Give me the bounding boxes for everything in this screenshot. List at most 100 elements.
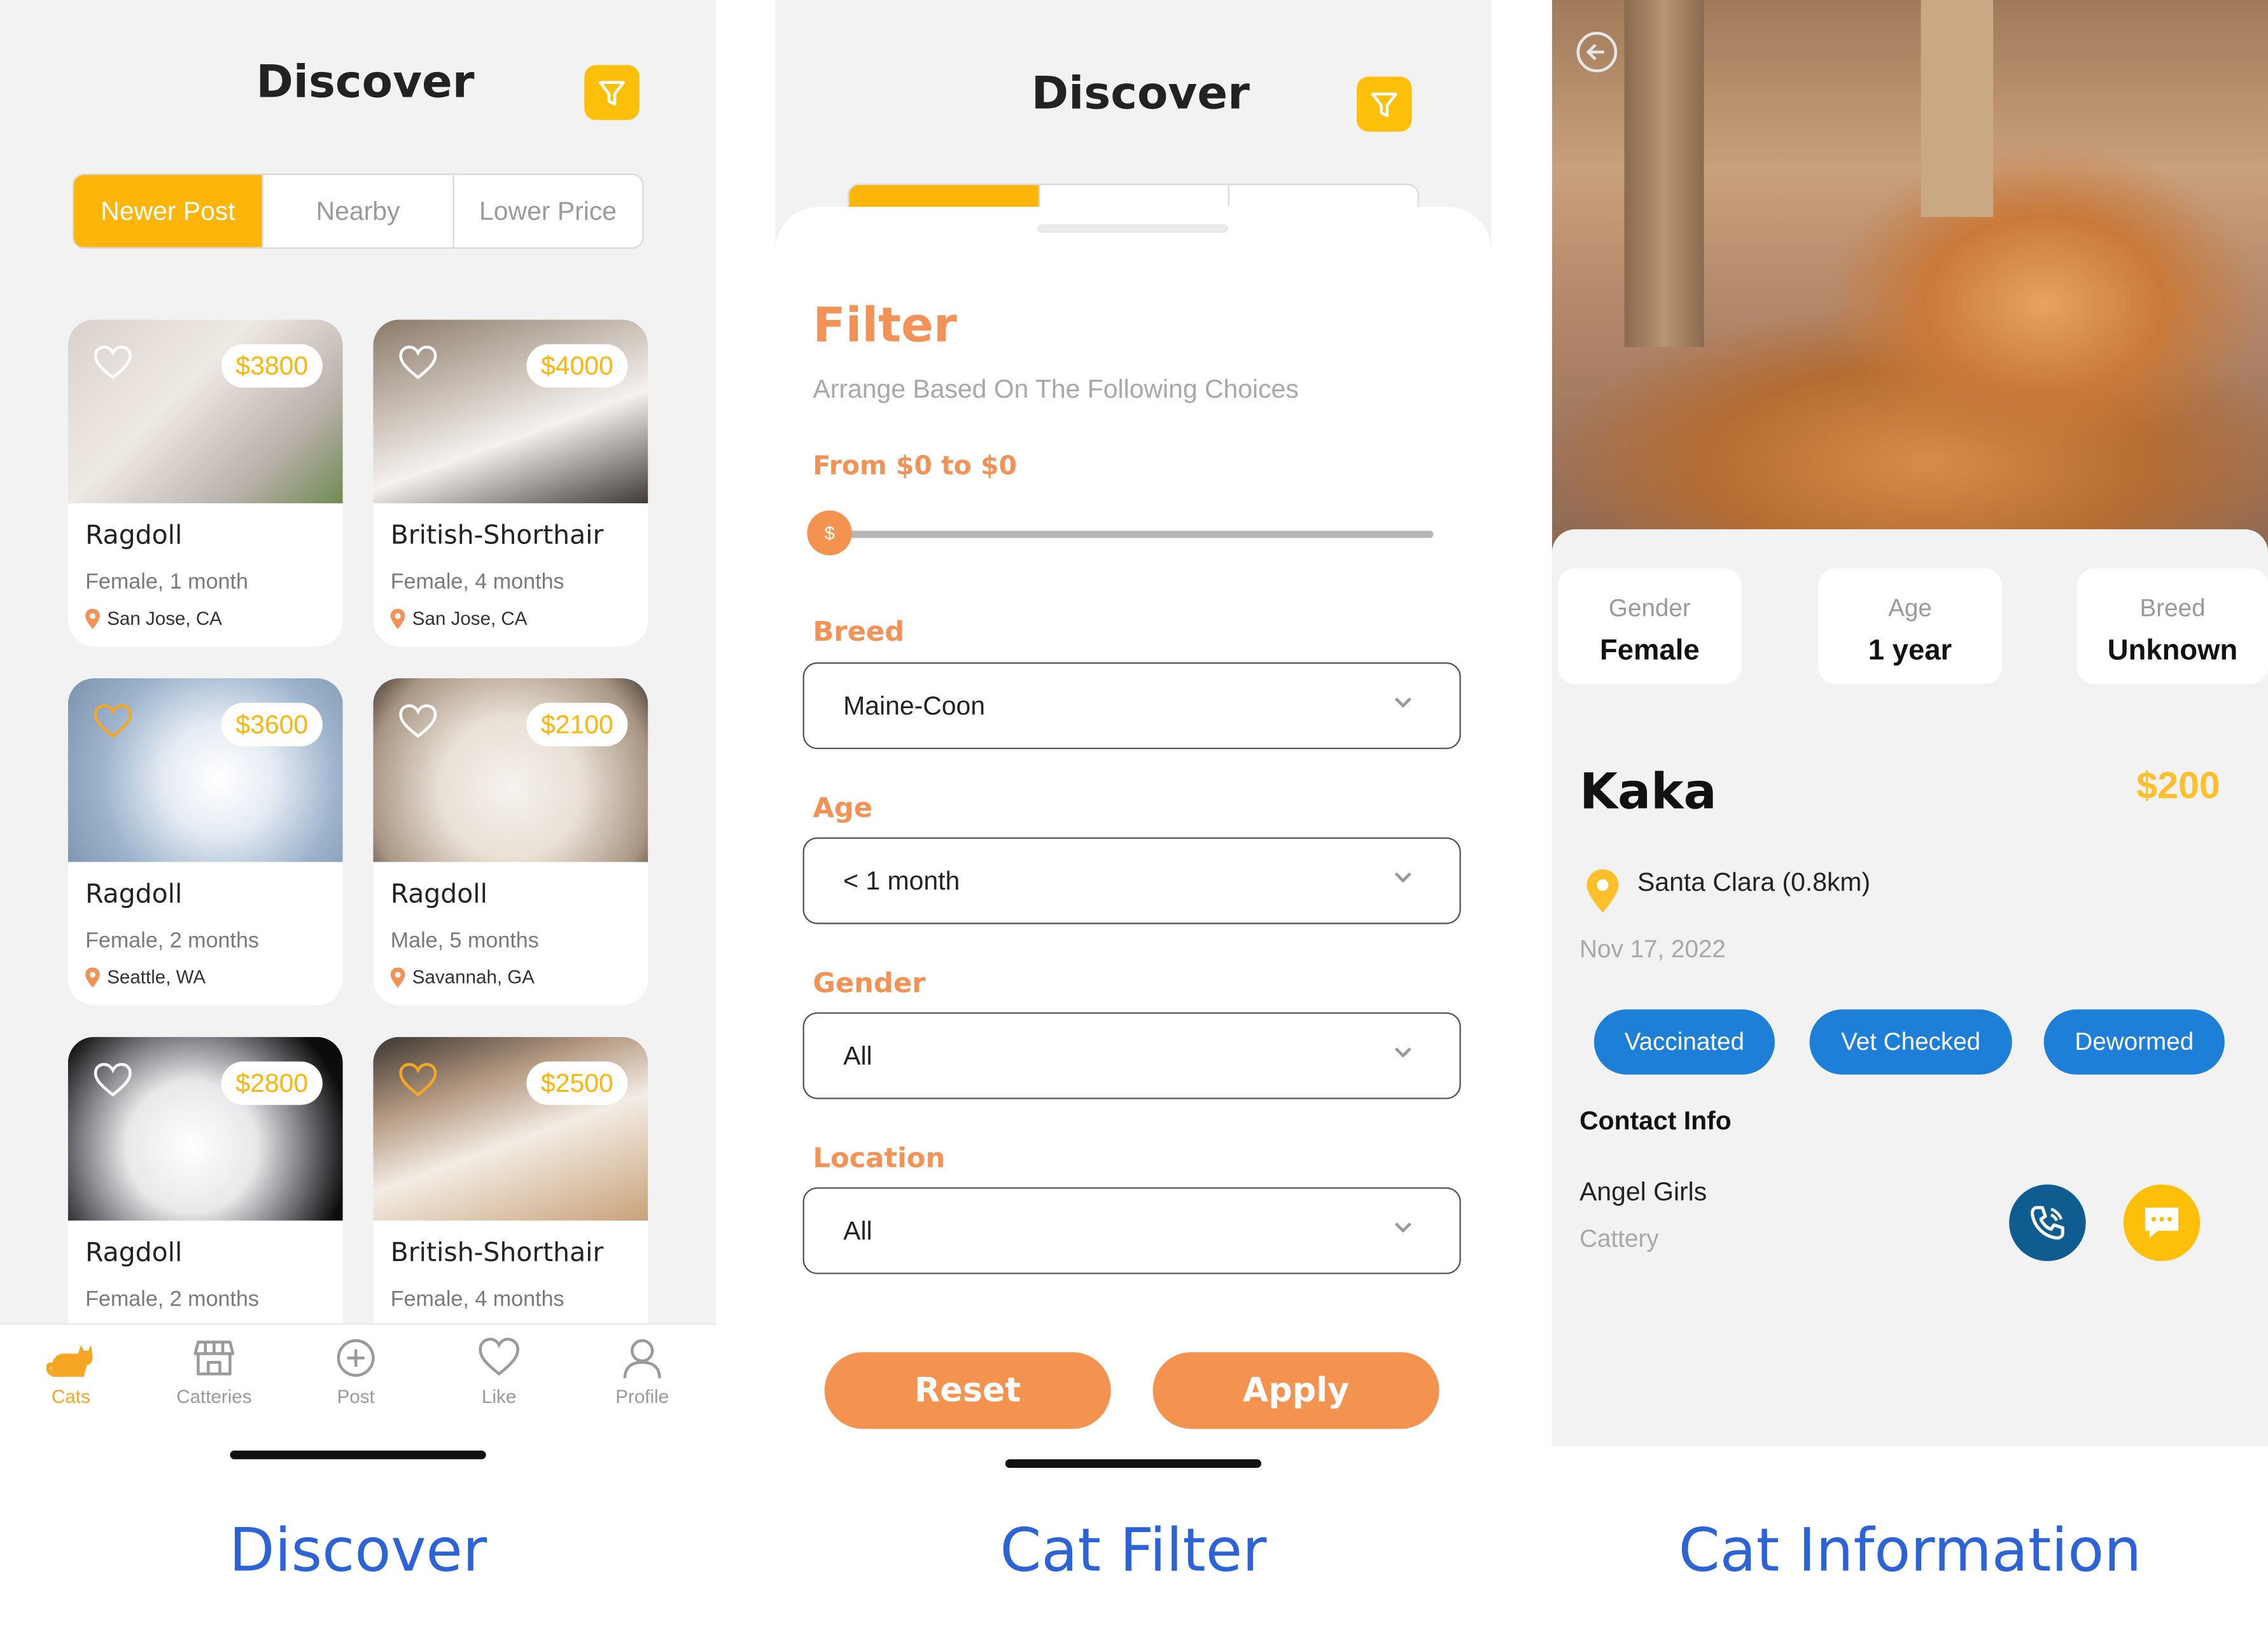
- age-label: Age: [813, 792, 873, 825]
- sort-tabs: Newer Post Nearby Lower Price: [72, 173, 644, 249]
- page-title: Discover: [1031, 67, 1250, 120]
- chevron-down-icon: [1394, 872, 1411, 883]
- location-pin-icon: [390, 608, 405, 629]
- card-breed: Ragdoll: [85, 1238, 183, 1269]
- price-badge: $2100: [526, 702, 628, 746]
- card-meta: Female, 1 month: [85, 569, 248, 595]
- age-select[interactable]: < 1 month: [802, 837, 1461, 924]
- cat-card[interactable]: $4000 British-Shorthair Female, 4 months…: [373, 319, 648, 647]
- reset-button[interactable]: Reset: [824, 1352, 1111, 1429]
- call-button[interactable]: [2009, 1184, 2086, 1262]
- tab-nearby[interactable]: Nearby: [262, 175, 452, 248]
- plus-circle-icon: [337, 1339, 375, 1377]
- price-slider-track[interactable]: [827, 531, 1434, 538]
- tag-vet-checked: Vet Checked: [1809, 1009, 2012, 1075]
- message-button[interactable]: [2123, 1184, 2201, 1262]
- heart-icon[interactable]: [94, 345, 132, 380]
- filter-screen: Discover Filter Arrange Based On The Fol…: [775, 0, 1492, 1468]
- card-meta: Female, 2 months: [85, 1287, 260, 1312]
- location-pin-icon: [85, 966, 100, 987]
- nav-post[interactable]: Post: [298, 1336, 414, 1407]
- card-meta: Male, 5 months: [390, 928, 539, 953]
- card-location: San Jose, CA: [85, 608, 222, 629]
- heart-icon[interactable]: [94, 704, 132, 739]
- user-icon: [623, 1339, 661, 1379]
- price-badge: $4000: [526, 344, 628, 388]
- tag-vaccinated: Vaccinated: [1593, 1009, 1775, 1075]
- tag-dewormed: Dewormed: [2043, 1009, 2225, 1075]
- page-title: Discover: [256, 56, 475, 109]
- cat-card[interactable]: $3600 Ragdoll Female, 2 months Seattle, …: [67, 678, 343, 1005]
- card-meta: Female, 2 months: [85, 928, 260, 953]
- location-select[interactable]: All: [802, 1187, 1461, 1274]
- heart-icon[interactable]: [399, 345, 437, 380]
- location-value: All: [843, 1216, 872, 1246]
- card-location: Savannah, GA: [390, 966, 535, 987]
- home-indicator: [230, 1450, 486, 1460]
- card-breed: British-Shorthair: [390, 1238, 604, 1269]
- home-indicator: [1005, 1459, 1262, 1468]
- nav-profile[interactable]: Profile: [584, 1336, 700, 1407]
- price-badge: $2500: [526, 1061, 628, 1105]
- cat-card[interactable]: $3800 Ragdoll Female, 1 month San Jose, …: [67, 319, 343, 647]
- price-slider-thumb[interactable]: $: [807, 510, 852, 555]
- contact-type: Cattery: [1579, 1225, 1659, 1253]
- heart-icon[interactable]: [399, 1063, 437, 1098]
- card-meta: Female, 4 months: [390, 569, 564, 595]
- card-meta: Female, 4 months: [390, 1287, 564, 1312]
- info-screen: Gender Female Age 1 year Breed Unknown K…: [1551, 0, 2268, 1446]
- gender-stat: Gender Female: [1558, 568, 1742, 685]
- cat-name: Kaka: [1579, 764, 1717, 822]
- nav-like[interactable]: Like: [441, 1336, 557, 1407]
- filter-sheet: Filter Arrange Based On The Following Ch…: [775, 207, 1492, 1468]
- cat-price: $200: [2136, 764, 2220, 807]
- discover-screen: Discover Newer Post Nearby Lower Price $…: [0, 0, 717, 1468]
- location-pin-icon: [85, 608, 100, 629]
- apply-button[interactable]: Apply: [1152, 1352, 1439, 1429]
- price-badge: $3800: [221, 344, 323, 388]
- location-label: Location: [813, 1142, 946, 1175]
- price-badge: $3600: [221, 702, 323, 746]
- contact-name: Angel Girls: [1579, 1177, 1707, 1206]
- phone-icon: [2031, 1206, 2064, 1240]
- price-badge: $2800: [221, 1061, 323, 1105]
- breed-select[interactable]: Maine-Coon: [802, 662, 1461, 750]
- cat-location: Santa Clara (0.8km): [1637, 867, 1871, 897]
- breed-label: Breed: [813, 616, 905, 648]
- contact-heading: Contact Info: [1579, 1106, 1732, 1136]
- chevron-down-icon: [1394, 697, 1411, 708]
- back-arrow-icon[interactable]: [1575, 31, 1618, 74]
- filter-button[interactable]: [1357, 76, 1412, 132]
- card-breed: Ragdoll: [85, 879, 183, 910]
- filter-icon: [1371, 92, 1397, 118]
- gender-value: All: [843, 1041, 872, 1071]
- nav-catteries[interactable]: Catteries: [156, 1336, 272, 1407]
- cat-card[interactable]: $2800 Ragdoll Female, 2 months: [67, 1036, 343, 1364]
- heart-icon[interactable]: [399, 704, 437, 739]
- card-breed: British-Shorthair: [390, 520, 604, 552]
- cat-icon: [46, 1344, 93, 1377]
- heart-icon[interactable]: [94, 1063, 132, 1098]
- store-icon: [193, 1341, 235, 1376]
- tab-newer-post[interactable]: Newer Post: [73, 175, 263, 248]
- card-location: San Jose, CA: [390, 608, 528, 629]
- nav-cats[interactable]: Cats: [13, 1336, 129, 1407]
- filter-button[interactable]: [584, 65, 640, 120]
- card-breed: Ragdoll: [390, 879, 488, 910]
- filter-caption: Cat Filter: [1000, 1516, 1267, 1586]
- tab-lower-price[interactable]: Lower Price: [452, 175, 643, 248]
- breed-stat: Breed Unknown: [2077, 568, 2268, 685]
- cat-hero-photo: [1551, 0, 2268, 564]
- sheet-handle[interactable]: [1037, 224, 1228, 233]
- chevron-down-icon: [1394, 1047, 1411, 1058]
- chat-icon: [2145, 1207, 2179, 1238]
- cat-card[interactable]: $2100 Ragdoll Male, 5 months Savannah, G…: [373, 678, 648, 1005]
- filter-icon: [599, 81, 625, 106]
- card-location: Seattle, WA: [85, 966, 206, 987]
- cat-card[interactable]: $2500 British-Shorthair Female, 4 months: [373, 1036, 648, 1364]
- location-pin-icon: [390, 966, 405, 987]
- heart-icon: [479, 1337, 520, 1376]
- discover-caption: Discover: [228, 1516, 487, 1586]
- info-caption: Cat Information: [1678, 1516, 2142, 1586]
- gender-select[interactable]: All: [802, 1012, 1461, 1099]
